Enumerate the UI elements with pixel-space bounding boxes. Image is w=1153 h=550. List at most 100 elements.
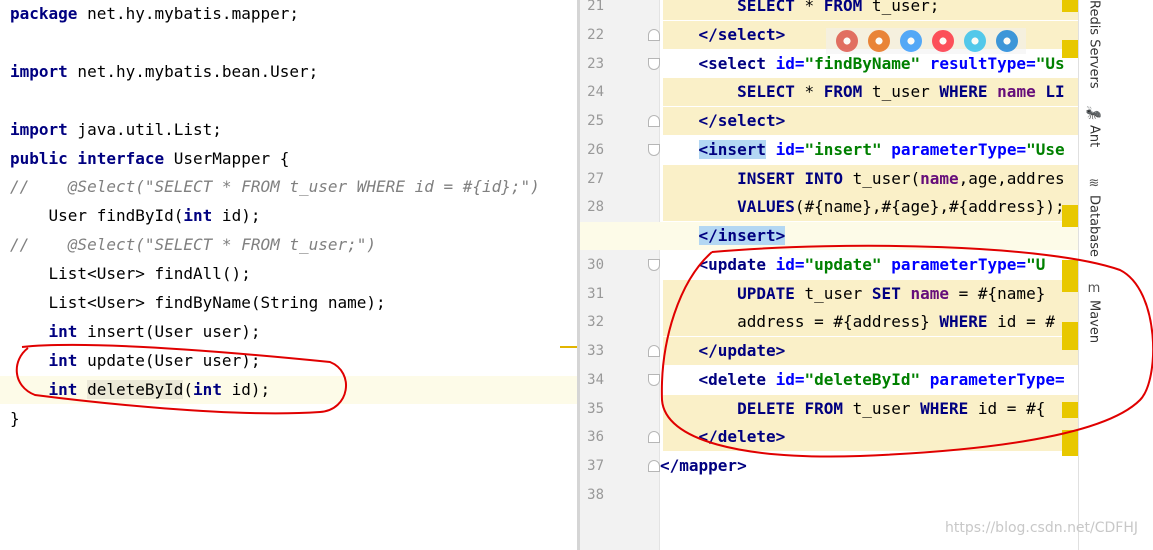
code-token: SELECT <box>737 0 795 15</box>
code-token: FROM <box>823 0 863 15</box>
code-line[interactable]: import java.util.List; <box>10 116 222 144</box>
code-line[interactable]: } <box>10 405 20 433</box>
code-line[interactable]: int update(User user); <box>10 347 261 375</box>
code-token: ,age,addres <box>958 168 1065 188</box>
code-token: "Use <box>1026 139 1065 159</box>
code-line[interactable]: DELETE FROM t_user WHERE id = #{ <box>660 395 1045 423</box>
error-stripe-mark[interactable] <box>1062 260 1078 292</box>
code-token: WHERE <box>939 82 988 102</box>
code-line[interactable]: package net.hy.mybatis.mapper; <box>10 0 299 28</box>
code-line[interactable]: // @Select("SELECT * FROM t_user WHERE i… <box>10 173 540 201</box>
tool-window-ant[interactable]: 🐜 Ant <box>1083 105 1105 148</box>
tool-window-redis-servers[interactable]: Redis Servers <box>1083 0 1105 89</box>
code-token: import <box>10 61 68 81</box>
code-line[interactable]: </insert> <box>660 222 786 250</box>
fold-marker-icon[interactable] <box>648 345 660 357</box>
fold-marker-icon[interactable] <box>648 143 660 156</box>
code-token: // @Select("SELECT * FROM t_user WHERE i… <box>10 177 540 197</box>
line-number: 23 <box>587 55 604 72</box>
code-token: </insert> <box>698 226 786 245</box>
line-number: 22 <box>587 26 604 43</box>
code-token: id); <box>212 206 261 226</box>
fold-marker-icon[interactable] <box>648 28 660 41</box>
code-token: address = #{address} <box>660 312 940 332</box>
code-token: id= <box>775 369 805 389</box>
code-token: // @Select("SELECT * FROM t_user;") <box>10 235 377 255</box>
edge-icon[interactable] <box>996 30 1018 52</box>
tool-window-label: Maven <box>1086 300 1102 344</box>
line-number: 37 <box>587 458 604 474</box>
java-editor-pane[interactable]: package net.hy.mybatis.mapper; import net… <box>0 0 578 550</box>
line-number: 24 <box>587 84 604 101</box>
code-line[interactable]: </delete> <box>660 423 786 451</box>
fold-marker-icon[interactable] <box>648 115 660 127</box>
line-number: 36 <box>587 429 604 446</box>
error-stripe[interactable] <box>1062 0 1078 550</box>
code-token: name <box>910 283 949 303</box>
code-line[interactable]: int deleteById(int id); <box>0 375 578 404</box>
code-line[interactable]: address = #{address} WHERE id = # <box>660 308 1055 336</box>
line-number: 31 <box>587 285 604 302</box>
tool-window-label: Redis Servers <box>1086 0 1102 89</box>
fold-marker-icon[interactable] <box>648 57 660 70</box>
code-line[interactable]: // @Select("SELECT * FROM t_user;") <box>10 231 376 259</box>
ie-icon[interactable] <box>964 30 986 52</box>
error-stripe-mark[interactable] <box>1062 402 1078 418</box>
fold-marker-icon[interactable] <box>648 460 660 472</box>
code-token: </delete> <box>698 427 786 447</box>
code-line[interactable]: </mapper> <box>660 452 747 480</box>
code-token: "Us <box>1035 53 1065 73</box>
code-line[interactable]: int insert(User user); <box>10 318 261 346</box>
line-number: 27 <box>587 170 604 187</box>
code-token: INSERT INTO <box>737 168 844 188</box>
line-number: 28 <box>587 199 604 216</box>
code-line[interactable]: SELECT * FROM t_user WHERE name LI <box>660 78 1065 106</box>
chrome-icon[interactable] <box>836 30 858 52</box>
code-token: id= <box>775 139 805 159</box>
opera-icon[interactable] <box>932 30 954 52</box>
error-stripe-mark[interactable] <box>1062 205 1078 227</box>
error-stripe-mark[interactable] <box>1062 0 1078 12</box>
line-number: 30 <box>587 256 604 273</box>
code-line[interactable]: <insert id="insert" parameterType="Use <box>660 136 1065 164</box>
code-token: net.hy.mybatis.mapper; <box>77 4 299 23</box>
code-line[interactable]: INSERT INTO t_user(name,age,addres <box>660 165 1065 193</box>
code-line[interactable]: List<User> findAll(); <box>10 260 251 288</box>
fold-marker-icon[interactable] <box>648 373 660 386</box>
code-line[interactable]: </update> <box>660 337 786 365</box>
error-stripe-mark[interactable] <box>1062 40 1078 58</box>
code-token: SET <box>871 283 901 303</box>
fold-marker-icon[interactable] <box>648 431 660 444</box>
error-stripe-mark[interactable] <box>1062 322 1078 350</box>
code-line[interactable]: List<User> findByName(String name); <box>10 289 386 317</box>
code-line[interactable]: VALUES(#{name},#{age},#{address}); <box>660 193 1065 221</box>
firefox-icon[interactable] <box>868 30 890 52</box>
code-token: import <box>10 119 68 139</box>
code-line[interactable]: </select> <box>660 21 786 49</box>
code-line[interactable]: UPDATE t_user SET name = #{name} <box>660 280 1045 308</box>
code-line[interactable]: SELECT * FROM t_user; <box>660 0 939 20</box>
code-token: parameterType= <box>929 369 1065 389</box>
line-number: 35 <box>587 400 604 417</box>
tool-window-database[interactable]: ≋ Database <box>1083 175 1105 258</box>
code-line[interactable]: public interface UserMapper { <box>10 145 289 173</box>
error-stripe-mark[interactable] <box>1062 430 1078 456</box>
code-line[interactable]: <delete id="deleteById" parameterType= <box>660 366 1065 394</box>
code-line[interactable]: import net.hy.mybatis.bean.User; <box>10 58 318 86</box>
code-line[interactable]: <update id="update" parameterType="U <box>660 251 1046 279</box>
safari-icon[interactable] <box>900 30 922 52</box>
code-line[interactable]: </select> <box>660 107 786 135</box>
code-line[interactable]: User findById(int id); <box>10 202 261 230</box>
line-number: 25 <box>587 113 604 129</box>
xml-editor-pane[interactable]: 212223242526272829303132333435363738 SEL… <box>580 0 1078 550</box>
tool-window-maven[interactable]: m Maven <box>1083 280 1105 344</box>
code-token: int <box>183 206 213 226</box>
code-token: </select> <box>698 111 786 130</box>
fold-marker-icon[interactable] <box>648 258 660 271</box>
